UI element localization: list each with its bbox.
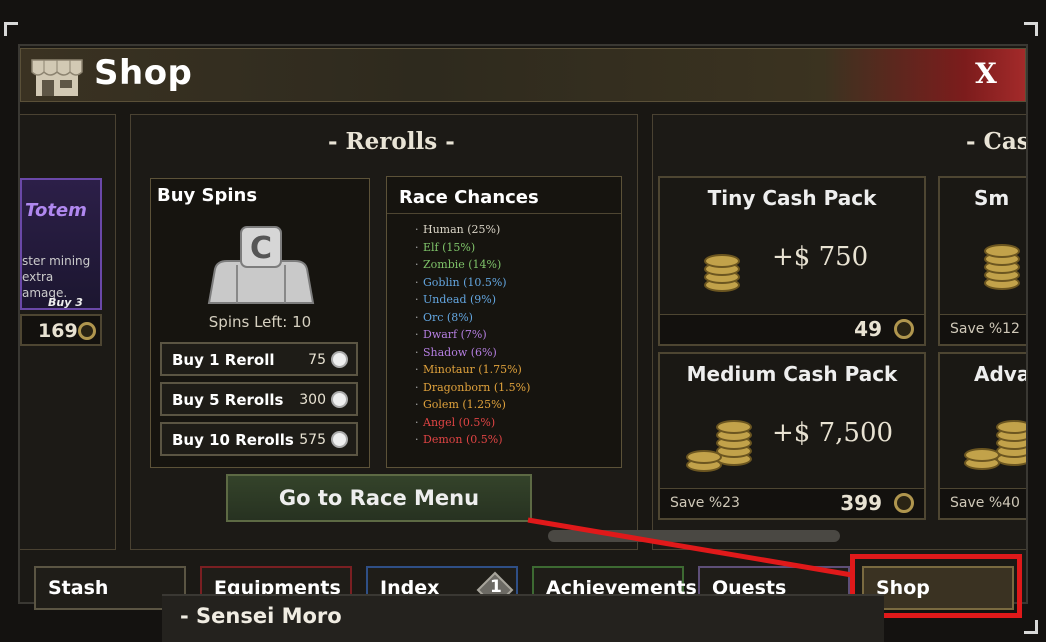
silver-coin-icon: [331, 391, 348, 408]
medium-cash-pack-amount: +$ 7,500: [772, 418, 894, 448]
totem-price-value: 169: [38, 320, 78, 342]
totem-card[interactable]: Totem ster mining extra amage. Buy 3: [20, 178, 102, 310]
buy-10-rerolls-price: 575: [299, 432, 326, 448]
spin-token-letter: C: [250, 231, 272, 266]
buy-5-rerolls-label: Buy 5 Rerolls: [172, 391, 284, 409]
race-chances-title: Race Chances: [399, 187, 539, 208]
totem-title: Totem: [25, 200, 87, 221]
race-chances-panel: Race Chances Human (25%) Elf (15%) Zombie …: [386, 176, 622, 468]
storefront-icon: [31, 59, 83, 96]
buy-5-rerolls-button[interactable]: Buy 5 Rerolls 300: [160, 382, 358, 416]
race-chance-item: Demon (0.5%): [415, 433, 502, 446]
corner-top-left: [4, 22, 18, 36]
tiny-cash-pack-amount: +$ 750: [772, 242, 869, 272]
gold-coin-icon: [894, 493, 914, 513]
speaker-name: - Sensei Moro: [180, 604, 342, 628]
shop-content: Totem ster mining extra amage. Buy 3 169…: [20, 104, 1026, 550]
rerolls-header: - Rerolls -: [328, 128, 455, 155]
race-chance-item: Orc (8%): [415, 311, 473, 324]
window-title: Shop: [94, 53, 193, 93]
buy-10-rerolls-button[interactable]: Buy 10 Rerolls 575: [160, 422, 358, 456]
race-chance-item: Undead (9%): [415, 293, 496, 306]
race-chance-item: Golem (1.25%): [415, 398, 506, 411]
race-chance-item: Angel (0.5%): [415, 416, 495, 429]
panel-divider: [387, 213, 621, 214]
totem-desc-1: ster mining: [22, 254, 91, 268]
race-chance-item: Elf (15%): [415, 241, 475, 254]
small-cash-pack-title: Sm: [974, 186, 1010, 210]
coin-stack-icon: [700, 244, 750, 294]
advanced-cash-pack-title: Adva: [974, 362, 1026, 386]
go-to-race-menu-label: Go to Race Menu: [278, 486, 480, 510]
medium-cash-pack-save: Save %23: [670, 495, 740, 511]
race-chance-item: Dwarf (7%): [415, 328, 487, 341]
spin-token-icon: C: [207, 226, 315, 304]
advanced-cash-pack-save: Save %40: [950, 495, 1020, 511]
medium-cash-pack-footer: Save %23 399: [660, 488, 924, 518]
advanced-cash-pack-footer: Save %40: [940, 488, 1026, 518]
gold-coin-icon: [894, 319, 914, 339]
buy-10-rerolls-label: Buy 10 Rerolls: [172, 431, 294, 449]
tab-stash-label: Stash: [48, 577, 109, 599]
go-to-race-menu-button[interactable]: Go to Race Menu: [226, 474, 532, 522]
close-button[interactable]: X: [968, 56, 1004, 92]
gold-coin-icon: [78, 322, 96, 340]
totem-desc-2: extra: [22, 270, 54, 284]
tiny-cash-pack-price: 49: [854, 317, 882, 341]
buy-1-reroll-button[interactable]: Buy 1 Reroll 75: [160, 342, 358, 376]
silver-coin-icon: [331, 431, 348, 448]
dialogue-bar: - Sensei Moro: [162, 594, 884, 642]
buy-5-rerolls-price: 300: [299, 392, 326, 408]
small-cash-pack-save: Save %12: [950, 321, 1020, 337]
race-chance-item: Goblin (10.5%): [415, 276, 507, 289]
race-chances-list: Human (25%) Elf (15%) Zombie (14%) Goblin (…: [407, 223, 607, 463]
race-chance-item: Shadow (6%): [415, 346, 497, 359]
medium-cash-pack-price: 399: [840, 491, 882, 515]
totem-price[interactable]: 169: [20, 314, 102, 346]
coin-pile-icon: [684, 408, 764, 478]
cash-header: - Cas: [966, 128, 1026, 155]
race-chance-item: Human (25%): [415, 223, 500, 236]
corner-bottom-right: [1024, 620, 1038, 634]
spins-left-label: Spins Left: 10: [208, 313, 312, 331]
advanced-cash-pack-card[interactable]: Adva Save %40: [938, 352, 1026, 520]
small-cash-pack-footer: Save %12: [940, 314, 1026, 344]
silver-coin-icon: [331, 351, 348, 368]
race-chance-item: Dragonborn (1.5%): [415, 381, 530, 394]
buy-spins-title: Buy Spins: [157, 185, 258, 206]
race-chance-item: Zombie (14%): [415, 258, 501, 271]
totem-badge: Buy 3: [48, 296, 83, 309]
tiny-cash-pack-footer: 49: [660, 314, 924, 344]
race-chance-item: Minotaur (1.75%): [415, 363, 522, 376]
tiny-cash-pack-card[interactable]: Tiny Cash Pack +$ 750 49: [658, 176, 926, 346]
coin-stack-icon: [980, 232, 1026, 292]
medium-cash-pack-card[interactable]: Medium Cash Pack +$ 7,500 Save %23 399: [658, 352, 926, 520]
buy-1-reroll-label: Buy 1 Reroll: [172, 351, 275, 369]
tiny-cash-pack-title: Tiny Cash Pack: [707, 186, 877, 210]
horizontal-scrollbar[interactable]: [548, 530, 840, 542]
coin-pile-icon: [960, 398, 1026, 478]
corner-top-right: [1024, 22, 1038, 36]
buy-1-reroll-price: 75: [308, 352, 326, 368]
medium-cash-pack-title: Medium Cash Pack: [686, 362, 898, 386]
small-cash-pack-card[interactable]: Sm Save %12: [938, 176, 1026, 346]
